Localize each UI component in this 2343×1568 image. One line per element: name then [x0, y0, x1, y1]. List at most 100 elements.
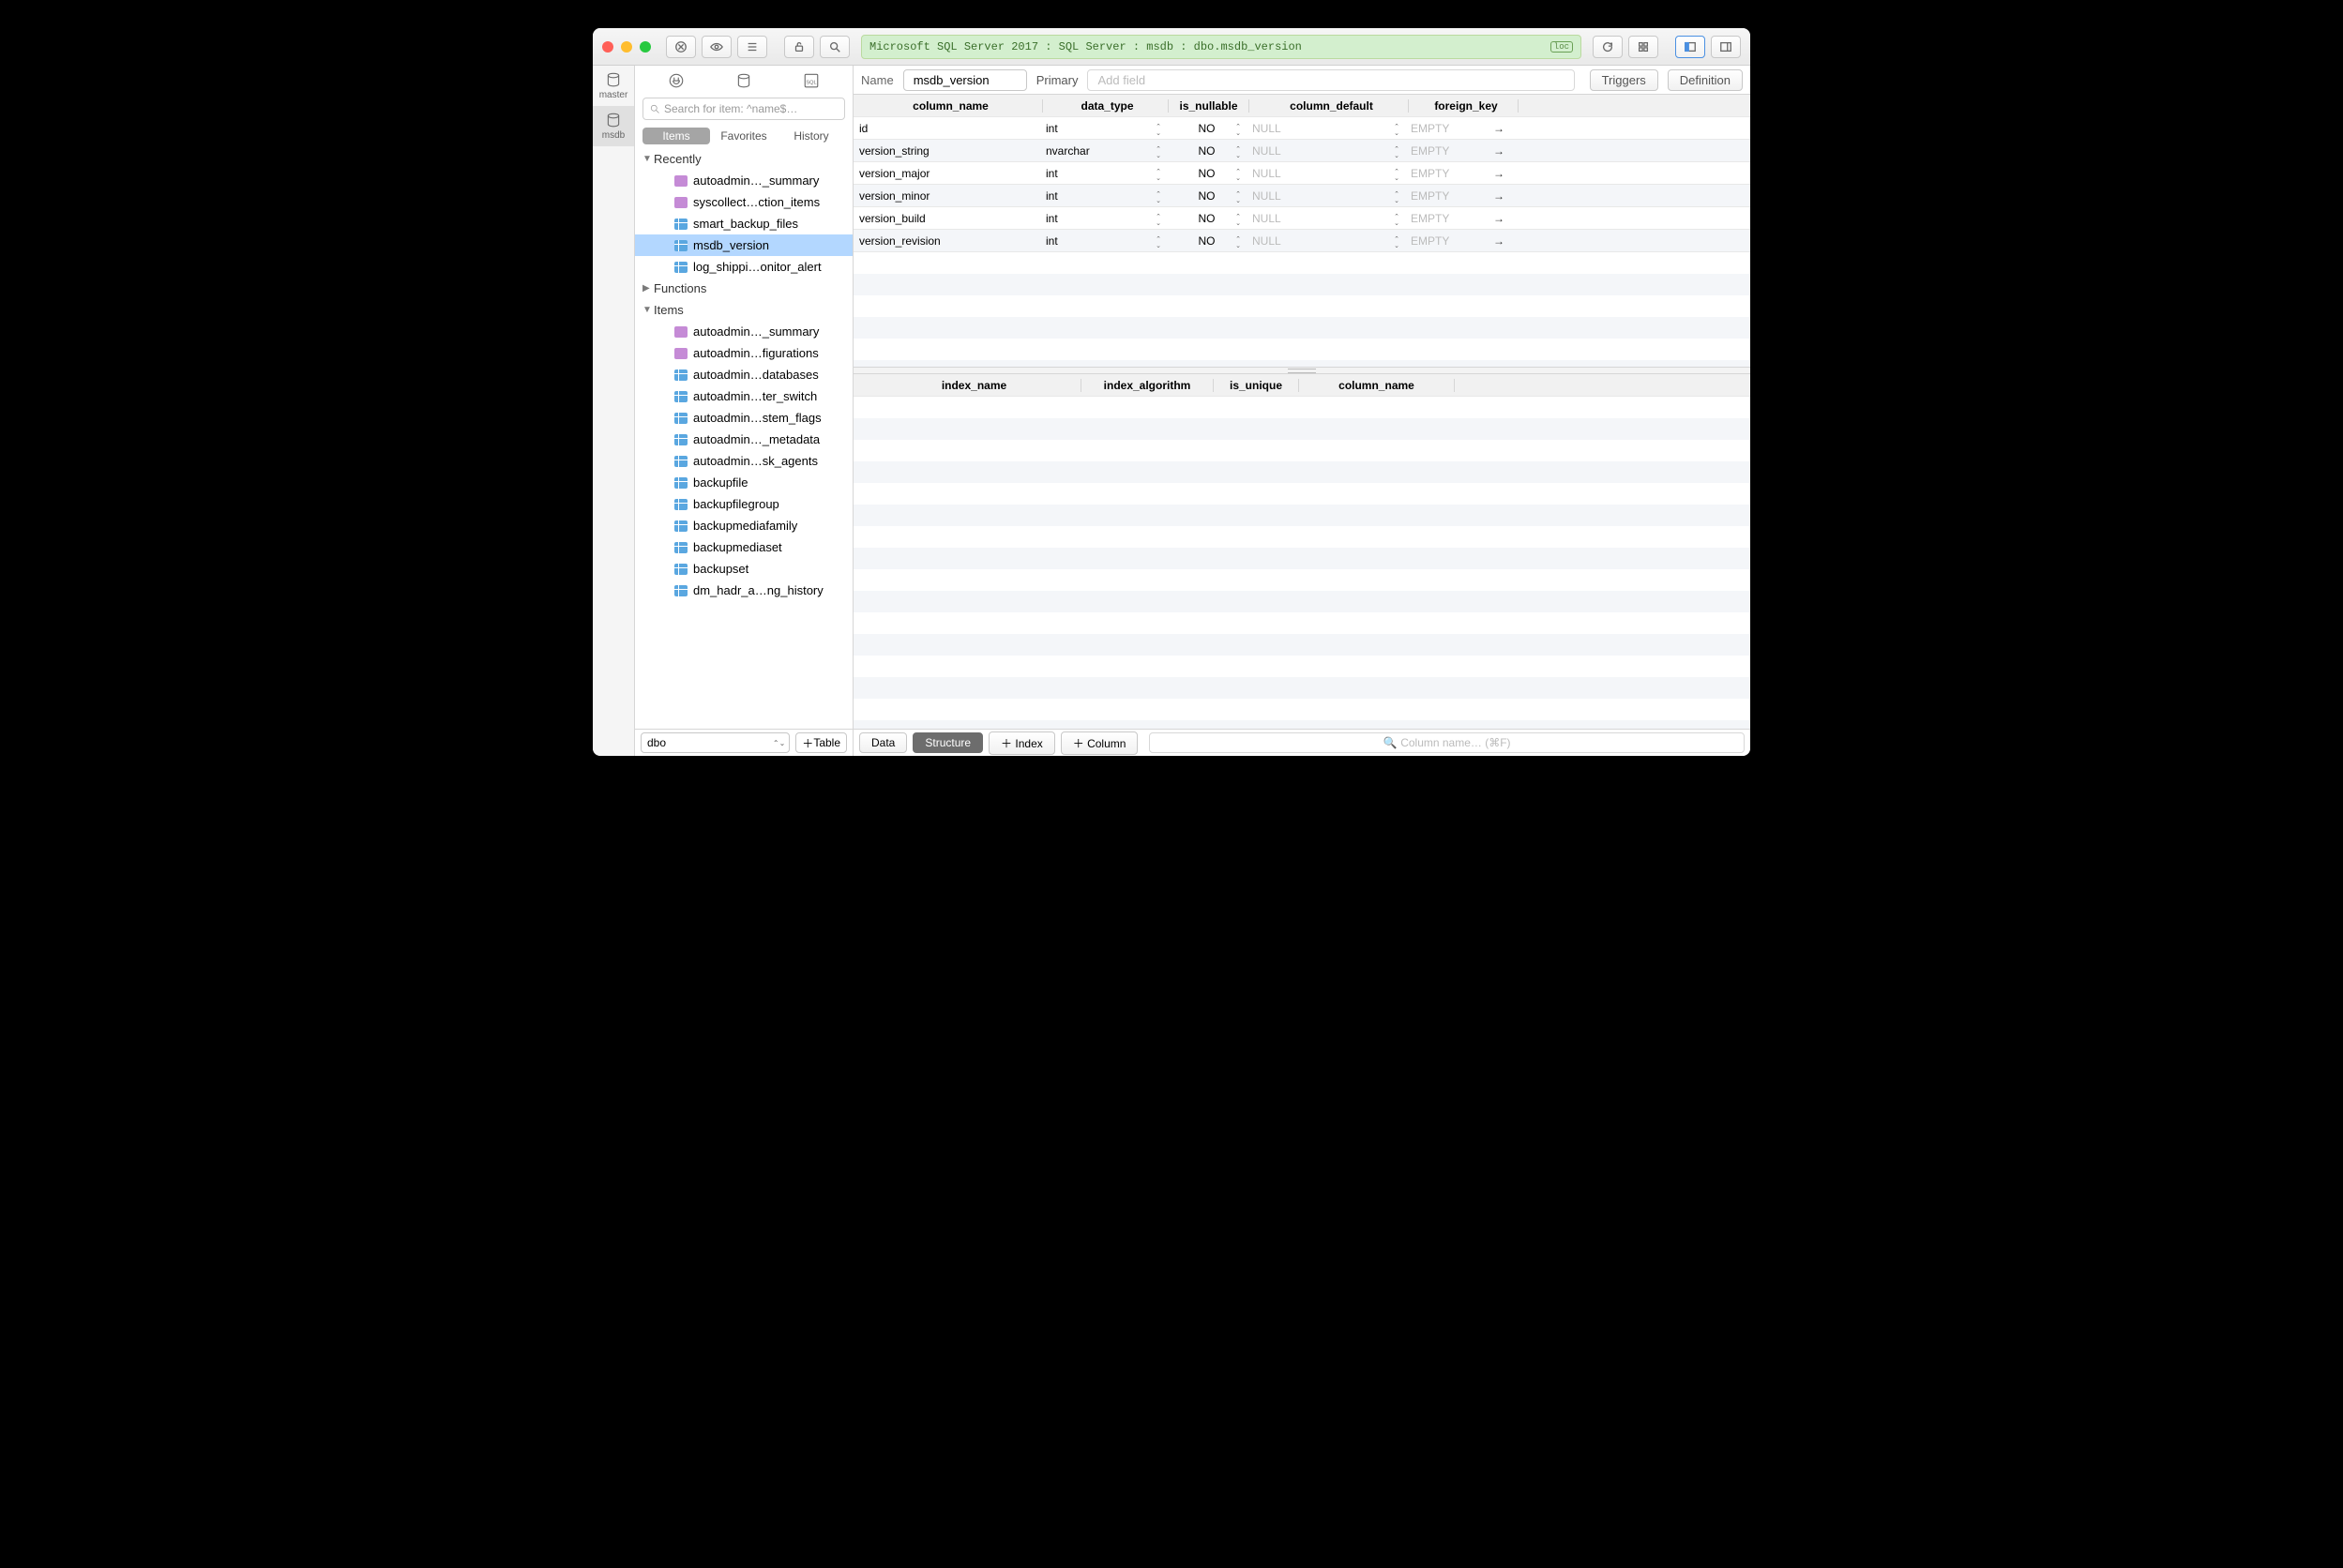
definition-button[interactable]: Definition: [1668, 69, 1743, 91]
seg-items[interactable]: Items: [642, 128, 710, 144]
fk-cell[interactable]: EMPTY: [1405, 234, 1514, 248]
list-item[interactable]: backupmediaset: [635, 536, 853, 558]
cancel-icon[interactable]: [666, 36, 696, 58]
nullable-cell[interactable]: NO: [1167, 189, 1247, 203]
breadcrumb[interactable]: Microsoft SQL Server 2017 : SQL Server :…: [861, 35, 1581, 59]
lock-icon[interactable]: [784, 36, 814, 58]
list-item[interactable]: backupmediafamily: [635, 515, 853, 536]
idx-h-name[interactable]: index_name: [854, 379, 1081, 392]
recent-item[interactable]: msdb_version: [635, 234, 853, 256]
col-h-name[interactable]: column_name: [854, 99, 1043, 113]
add-column-button[interactable]: ＋ Column: [1061, 731, 1139, 755]
default-cell[interactable]: NULL: [1247, 234, 1405, 248]
tab-structure[interactable]: Structure: [913, 732, 983, 753]
refresh-icon[interactable]: [1593, 36, 1623, 58]
fk-cell[interactable]: EMPTY: [1405, 144, 1514, 158]
plug-icon[interactable]: [667, 71, 686, 90]
nullable-cell[interactable]: NO: [1167, 167, 1247, 180]
splitter[interactable]: [854, 367, 1750, 374]
default-cell[interactable]: NULL: [1247, 189, 1405, 203]
recent-item[interactable]: smart_backup_files: [635, 213, 853, 234]
panel-right-icon[interactable]: [1711, 36, 1741, 58]
nullable-cell[interactable]: NO: [1167, 212, 1247, 225]
close-window[interactable]: [602, 41, 613, 53]
col-h-fk[interactable]: foreign_key: [1409, 99, 1519, 113]
table-icon: [674, 477, 688, 489]
col-h-type[interactable]: data_type: [1043, 99, 1169, 113]
add-table-button[interactable]: ＋ Table: [795, 732, 847, 753]
column-row[interactable]: version_revisionintNONULLEMPTY: [854, 230, 1750, 252]
fk-cell[interactable]: EMPTY: [1405, 212, 1514, 225]
recent-item[interactable]: syscollect…ction_items: [635, 191, 853, 213]
idx-h-algo[interactable]: index_algorithm: [1081, 379, 1214, 392]
idx-h-unique[interactable]: is_unique: [1214, 379, 1299, 392]
table-icon: [674, 240, 688, 251]
seg-favorites[interactable]: Favorites: [710, 128, 778, 144]
nullable-cell[interactable]: NO: [1167, 234, 1247, 248]
database-icon[interactable]: [734, 71, 753, 90]
default-cell[interactable]: NULL: [1247, 122, 1405, 135]
recent-item[interactable]: autoadmin…_summary: [635, 170, 853, 191]
list-item[interactable]: autoadmin…figurations: [635, 342, 853, 364]
column-filter[interactable]: 🔍 Column name… (⌘F): [1149, 732, 1745, 753]
list-item[interactable]: autoadmin…_metadata: [635, 429, 853, 450]
list-item[interactable]: autoadmin…_summary: [635, 321, 853, 342]
group-items[interactable]: ▼Items: [635, 299, 853, 321]
column-row[interactable]: version_majorintNONULLEMPTY: [854, 162, 1750, 185]
rail-db-msdb[interactable]: msdb: [593, 106, 634, 146]
group-functions[interactable]: ▶Functions: [635, 278, 853, 299]
svg-text:SQL: SQL: [806, 80, 816, 85]
list-item[interactable]: backupset: [635, 558, 853, 580]
add-field-input[interactable]: Add field: [1087, 69, 1574, 91]
fk-cell[interactable]: EMPTY: [1405, 122, 1514, 135]
default-cell[interactable]: NULL: [1247, 144, 1405, 158]
name-input[interactable]: msdb_version: [903, 69, 1027, 91]
grid-icon[interactable]: [1628, 36, 1658, 58]
primary-label[interactable]: Primary: [1036, 73, 1079, 87]
eye-icon[interactable]: [702, 36, 732, 58]
schema-combo[interactable]: dbo: [641, 732, 790, 753]
column-row[interactable]: version_buildintNONULLEMPTY: [854, 207, 1750, 230]
column-row[interactable]: version_stringnvarcharNONULLEMPTY: [854, 140, 1750, 162]
list-item[interactable]: backupfile: [635, 472, 853, 493]
fk-cell[interactable]: EMPTY: [1405, 167, 1514, 180]
seg-history[interactable]: History: [778, 128, 845, 144]
type-cell[interactable]: int: [1042, 189, 1167, 203]
list-item[interactable]: autoadmin…sk_agents: [635, 450, 853, 472]
list-item[interactable]: autoadmin…stem_flags: [635, 407, 853, 429]
idx-h-col[interactable]: column_name: [1299, 379, 1455, 392]
type-cell[interactable]: int: [1042, 212, 1167, 225]
search-icon[interactable]: [820, 36, 850, 58]
column-row[interactable]: idintNONULLEMPTY: [854, 117, 1750, 140]
columns-header: column_name data_type is_nullable column…: [854, 95, 1750, 117]
type-cell[interactable]: int: [1042, 167, 1167, 180]
list-icon[interactable]: [737, 36, 767, 58]
list-item[interactable]: autoadmin…databases: [635, 364, 853, 385]
nullable-cell[interactable]: NO: [1167, 122, 1247, 135]
triggers-button[interactable]: Triggers: [1590, 69, 1658, 91]
type-cell[interactable]: int: [1042, 234, 1167, 248]
nullable-cell[interactable]: NO: [1167, 144, 1247, 158]
default-cell[interactable]: NULL: [1247, 212, 1405, 225]
panel-left-icon[interactable]: [1675, 36, 1705, 58]
col-h-nullable[interactable]: is_nullable: [1169, 99, 1249, 113]
group-recently[interactable]: ▼Recently: [635, 148, 853, 170]
sql-icon[interactable]: SQL: [802, 71, 821, 90]
sidebar: SQL Search for item: ^name$… Items Favor…: [635, 66, 854, 756]
fk-cell[interactable]: EMPTY: [1405, 189, 1514, 203]
col-h-default[interactable]: column_default: [1249, 99, 1409, 113]
type-cell[interactable]: nvarchar: [1042, 144, 1167, 158]
add-index-button[interactable]: ＋ Index: [989, 731, 1055, 755]
tab-data[interactable]: Data: [859, 732, 907, 753]
column-row[interactable]: version_minorintNONULLEMPTY: [854, 185, 1750, 207]
minimize-window[interactable]: [621, 41, 632, 53]
list-item[interactable]: backupfilegroup: [635, 493, 853, 515]
default-cell[interactable]: NULL: [1247, 167, 1405, 180]
rail-db-master[interactable]: master: [593, 66, 634, 106]
type-cell[interactable]: int: [1042, 122, 1167, 135]
zoom-window[interactable]: [640, 41, 651, 53]
recent-item[interactable]: log_shippi…onitor_alert: [635, 256, 853, 278]
sidebar-search[interactable]: Search for item: ^name$…: [642, 98, 845, 120]
list-item[interactable]: dm_hadr_a…ng_history: [635, 580, 853, 601]
list-item[interactable]: autoadmin…ter_switch: [635, 385, 853, 407]
